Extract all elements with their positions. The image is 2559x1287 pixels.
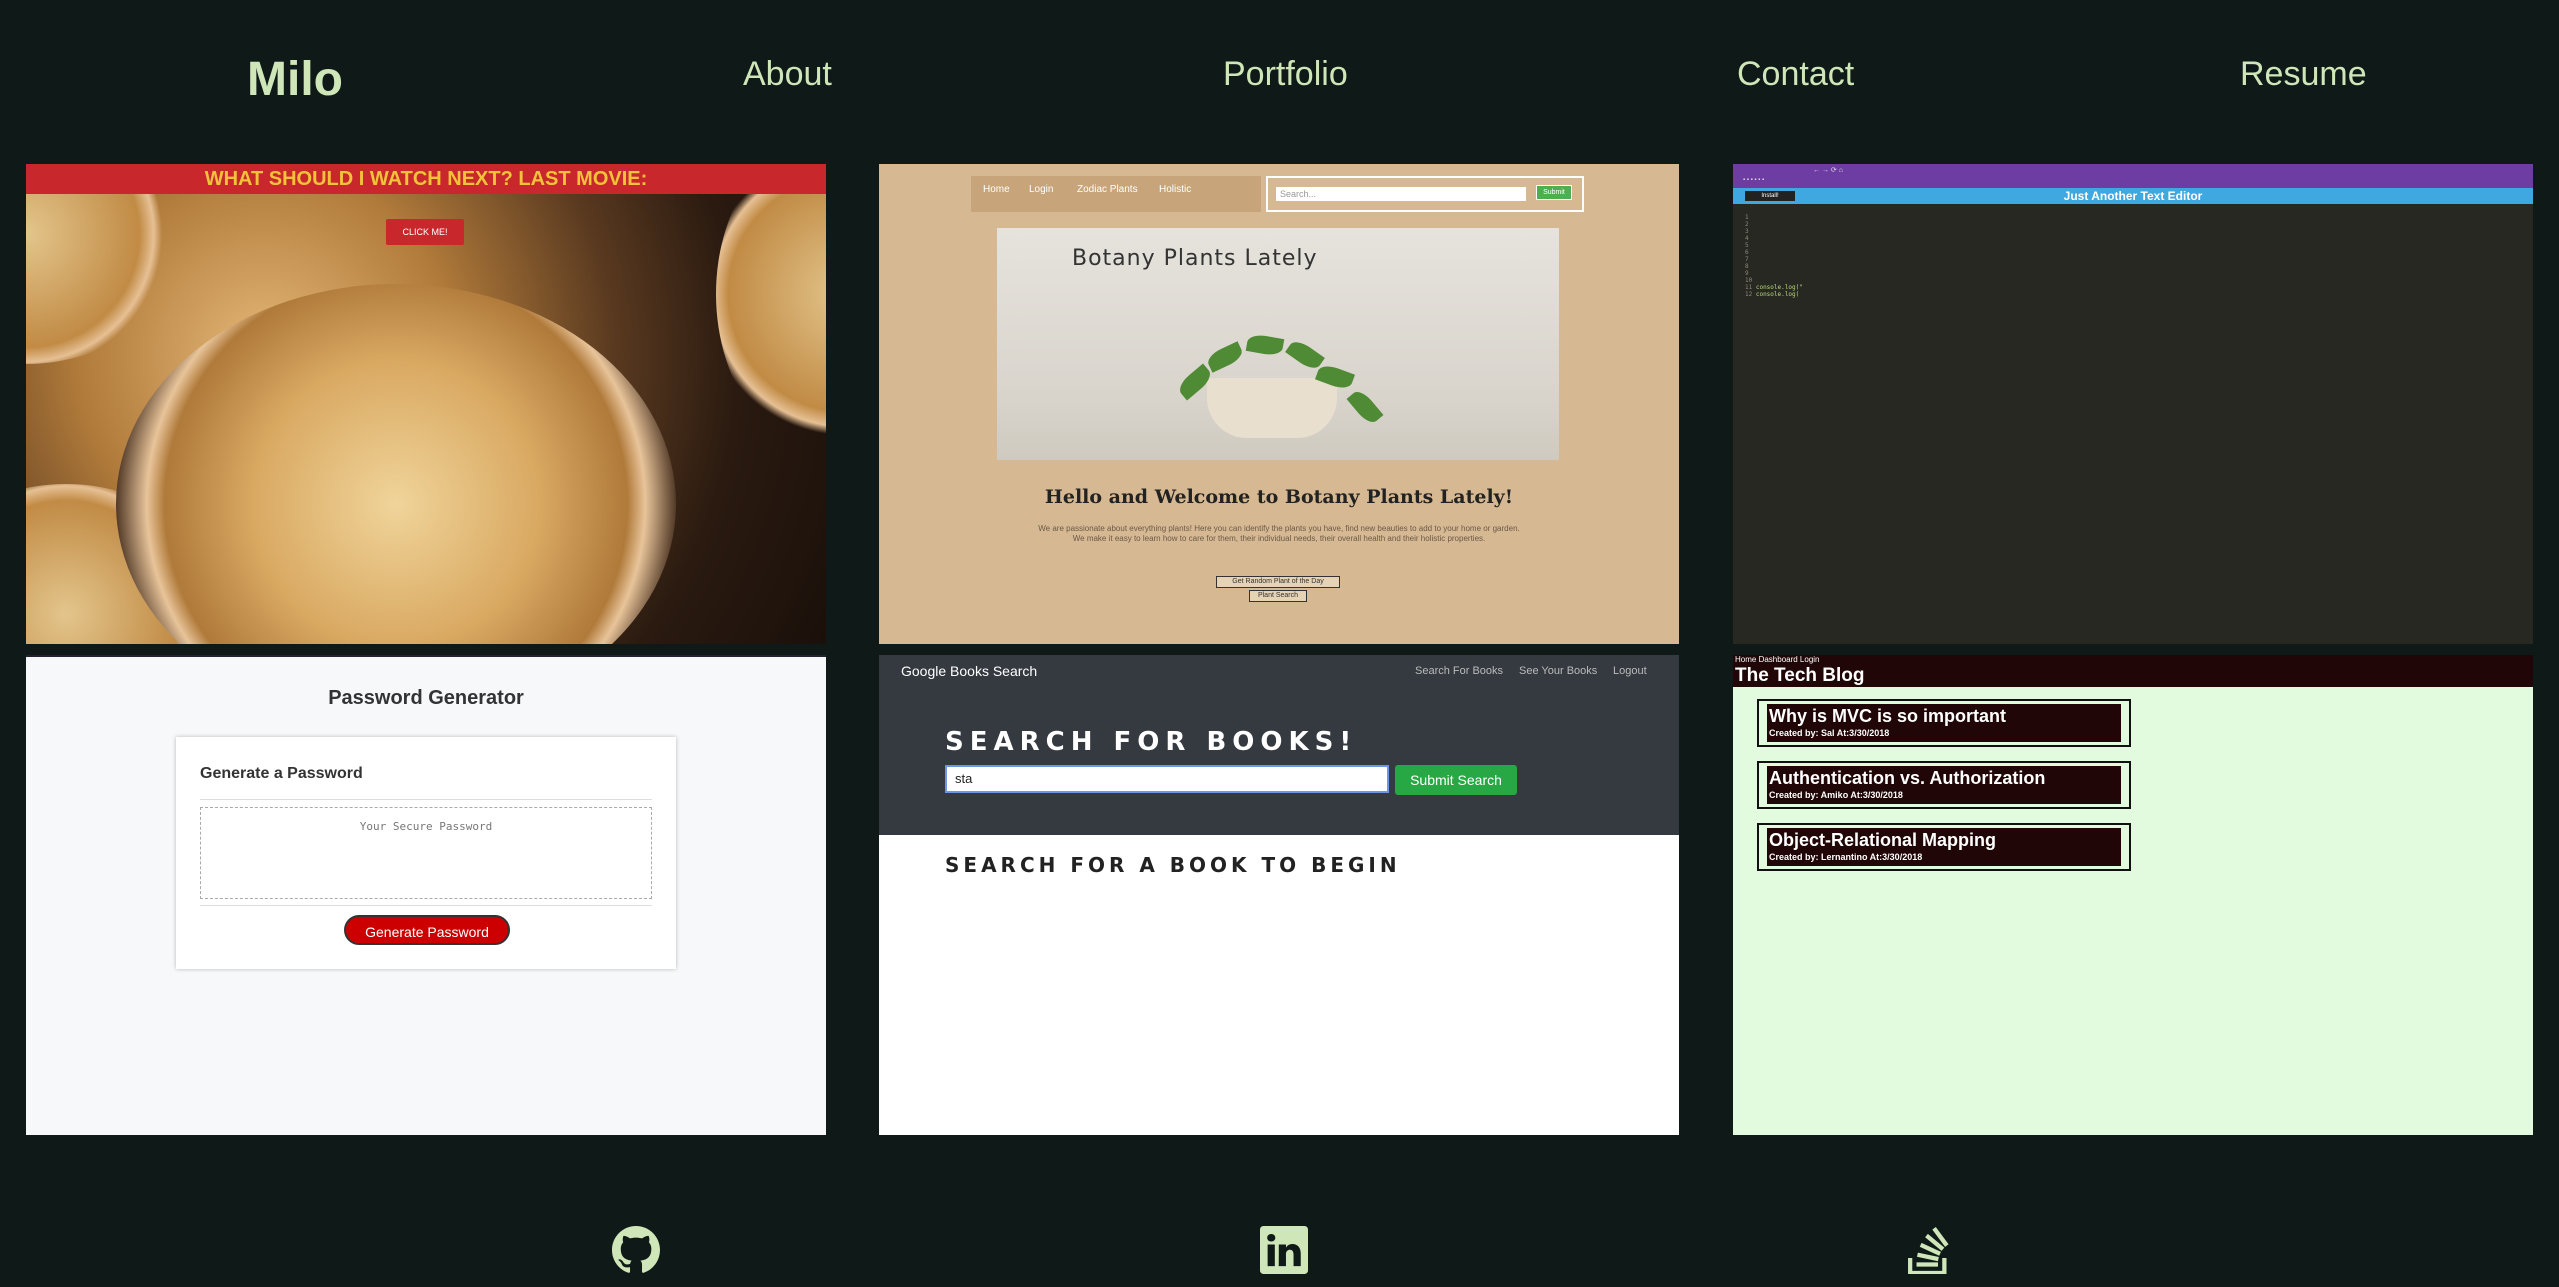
botany-search-form: Search... Submit — [1266, 176, 1584, 212]
books-heading: SEARCH FOR BOOKS! — [945, 727, 1358, 757]
botany-nav-login[interactable]: Login — [1029, 184, 1053, 195]
password-output[interactable]: Your Secure Password — [200, 807, 652, 899]
project-botany-tile[interactable]: Home Login Zodiac Plants Holistic Search… — [879, 164, 1679, 644]
divider — [200, 799, 652, 800]
popcorn-bowl-image — [116, 284, 676, 644]
blog-post[interactable]: Why is MVC is so important Created by: S… — [1757, 699, 2131, 747]
blog-post-meta: Created by: Sal At:3/30/2018 — [1769, 728, 1890, 738]
books-header: Google Books Search Search For Books See… — [879, 655, 1679, 835]
password-card: Generate a Password Your Secure Password… — [176, 737, 676, 969]
generate-password-button[interactable]: Generate Password — [344, 915, 510, 945]
blog-header: Home Dashboard Login The Tech Blog — [1733, 655, 2533, 687]
books-nav-logout[interactable]: Logout — [1613, 665, 1647, 677]
popcorn-bowl-image — [716, 164, 826, 464]
nav-resume[interactable]: Resume — [2240, 55, 2367, 94]
browser-chrome: ← → ⟳ ⌂ ▪ ▪ ▪ ▪ ▪ ▪ — [1733, 164, 2533, 188]
blog-post-title: Why is MVC is so important — [1769, 706, 2007, 726]
editor-title-bar: Install! Just Another Text Editor — [1733, 188, 2533, 204]
blog-post-body: Why is MVC is so important Created by: S… — [1767, 704, 2121, 742]
blog-title: The Tech Blog — [1735, 665, 1865, 686]
books-nav-saved[interactable]: See Your Books — [1519, 665, 1597, 677]
blog-post-body: Object-Relational Mapping Created by: Le… — [1767, 828, 2121, 866]
password-card-title: Generate a Password — [200, 765, 363, 782]
leaf — [1245, 333, 1285, 357]
code-area[interactable]: 1 2 3 4 5 6 7 8 9 10 11 console.log(" 12… — [1745, 214, 1803, 298]
blog-post[interactable]: Authentication vs. Authorization Created… — [1757, 761, 2131, 809]
install-button[interactable]: Install! — [1745, 191, 1795, 201]
books-brand[interactable]: Google Books Search — [901, 663, 1037, 679]
nav-portfolio[interactable]: Portfolio — [1223, 55, 1348, 94]
blog-post-meta: Created by: Lernantino At:3/30/2018 — [1769, 852, 1923, 862]
leaf — [1204, 341, 1246, 373]
nav-contact[interactable]: Contact — [1737, 55, 1854, 94]
blog-post-body: Authentication vs. Authorization Created… — [1767, 766, 2121, 804]
linkedin-icon[interactable] — [1260, 1226, 1308, 1274]
project-blog-tile[interactable]: Home Dashboard Login The Tech Blog Why i… — [1733, 655, 2533, 1135]
botany-nav-home[interactable]: Home — [983, 184, 1010, 195]
botany-description: We are passionate about everything plant… — [1038, 524, 1520, 543]
botany-nav: Home Login Zodiac Plants Holistic — [971, 176, 1261, 212]
blog-nav[interactable]: Home Dashboard Login — [1735, 655, 1820, 664]
stackoverflow-icon[interactable] — [1905, 1226, 1953, 1274]
books-search-input[interactable]: sta — [945, 765, 1389, 793]
plant-pot — [1207, 378, 1337, 438]
blog-post[interactable]: Object-Relational Mapping Created by: Le… — [1757, 823, 2131, 871]
books-submit-button[interactable]: Submit Search — [1395, 765, 1517, 795]
botany-nav-holistic[interactable]: Holistic — [1159, 184, 1191, 195]
project-password-tile[interactable]: Password Generator Generate a Password Y… — [26, 655, 826, 1135]
botany-hero-image: Botany Plants Lately — [997, 228, 1559, 460]
password-heading: Password Generator — [328, 687, 524, 709]
popcorn-bowl-image — [26, 164, 186, 364]
nav-about[interactable]: About — [743, 55, 832, 94]
botany-search-input[interactable]: Search... — [1276, 187, 1526, 201]
bookmarks-bar: ▪ ▪ ▪ ▪ ▪ ▪ — [1743, 177, 1765, 183]
blog-post-title: Authentication vs. Authorization — [1769, 768, 2046, 788]
botany-welcome: Hello and Welcome to Botany Plants Latel… — [1044, 486, 1514, 508]
blog-post-title: Object-Relational Mapping — [1769, 830, 1997, 850]
books-nav-search[interactable]: Search For Books — [1415, 665, 1503, 677]
click-me-button[interactable]: CLICK ME! — [386, 219, 464, 245]
books-empty-message: SEARCH FOR A BOOK TO BEGIN — [945, 853, 1401, 877]
project-movie-tile[interactable]: WHAT SHOULD I WATCH NEXT? LAST MOVIE: CL… — [26, 164, 826, 644]
leaf — [1346, 387, 1384, 427]
project-books-tile[interactable]: Google Books Search Search For Books See… — [879, 655, 1679, 1135]
botany-hero-title: Botany Plants Lately — [1072, 246, 1318, 271]
movie-banner: WHAT SHOULD I WATCH NEXT? LAST MOVIE: — [26, 164, 826, 194]
editor-title: Just Another Text Editor — [2063, 189, 2203, 203]
botany-nav-zodiac[interactable]: Zodiac Plants — [1077, 184, 1138, 195]
github-icon[interactable] — [612, 1226, 660, 1274]
address-bar: ← → ⟳ ⌂ — [1813, 167, 1843, 174]
blog-post-meta: Created by: Amiko At:3/30/2018 — [1769, 790, 1903, 800]
top-nav: Milo About Portfolio Contact Resume — [0, 0, 2559, 160]
botany-submit-button[interactable]: Submit — [1536, 185, 1572, 200]
random-plant-button[interactable]: Get Random Plant of the Day — [1216, 576, 1340, 588]
project-editor-tile[interactable]: ← → ⟳ ⌂ ▪ ▪ ▪ ▪ ▪ ▪ Install! Just Anothe… — [1733, 164, 2533, 644]
plant-search-button[interactable]: Plant Search — [1249, 590, 1307, 602]
divider — [200, 905, 652, 906]
site-logo[interactable]: Milo — [247, 52, 343, 107]
